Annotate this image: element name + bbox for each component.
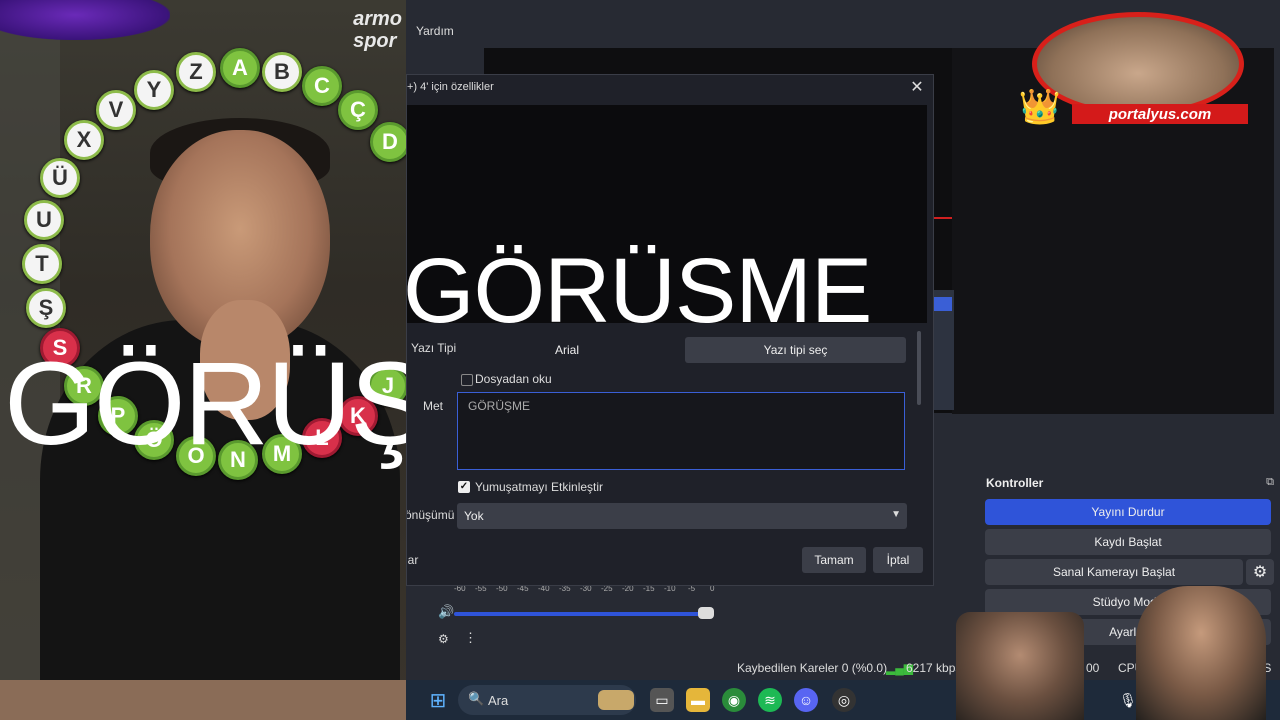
ok-button[interactable]: Tamam — [802, 547, 866, 573]
properties-dialog: +) 4' için özellikler ✕ GÖRÜŞME Yazı Tip… — [406, 74, 934, 586]
stream-time-text: 00 — [1086, 661, 1100, 675]
menu-help[interactable]: Yardım — [416, 24, 454, 38]
channel-logo-line2: spor — [353, 30, 397, 52]
dropped-frames-text: Kaybedilen Kareler 0 (%0.0) — [737, 661, 888, 675]
text-input[interactable]: GÖRÜŞME — [457, 392, 905, 470]
start-recording-button[interactable]: Kaydı Başlat — [985, 529, 1271, 555]
video-purple-shape — [0, 0, 170, 40]
controls-title: Kontroller — [986, 476, 1044, 490]
windows-start-icon[interactable]: ⊞ — [426, 688, 450, 712]
antialias-label: Yumuşatmayı Etkinleştir — [475, 480, 604, 494]
letter-bubble: B — [262, 52, 302, 92]
obs-icon[interactable]: ◎ — [832, 688, 856, 712]
discord-icon[interactable]: ☺ — [794, 688, 818, 712]
letter-bubble: T — [22, 244, 62, 284]
defaults-button[interactable]: lar — [407, 553, 418, 567]
read-from-file-checkbox[interactable] — [461, 374, 473, 386]
chevron-down-icon: ▼ — [891, 509, 901, 520]
search-icon: 🔍 — [468, 691, 485, 706]
crown-mascot-icon: 👑 — [1018, 88, 1062, 126]
close-icon[interactable]: ✕ — [907, 77, 927, 97]
letter-bubble: C — [302, 66, 342, 106]
volume-slider-track[interactable] — [454, 612, 710, 616]
channel-logo: armo spor — [353, 8, 402, 52]
spotify-icon[interactable]: ≋ — [758, 688, 782, 712]
bitrate-text: 6217 kbps — [906, 661, 962, 675]
dialog-scrollbar[interactable] — [917, 331, 921, 405]
speaker-icon[interactable]: 🔊 — [438, 604, 454, 620]
brand-banner: portalyus.com — [1072, 104, 1248, 124]
letter-bubble: Z — [176, 52, 216, 92]
channel-logo-line1: armo — [353, 8, 402, 30]
letter-bubble: U — [24, 200, 64, 240]
file-explorer-icon[interactable]: ▬ — [686, 688, 710, 712]
preview-red-line — [932, 217, 952, 219]
chrome-icon[interactable]: ◉ — [722, 688, 746, 712]
selected-source-row[interactable] — [932, 297, 952, 311]
preview-text: GÖRÜŞME — [407, 240, 872, 323]
mixer-menu-icon[interactable]: ⋮ — [464, 630, 477, 646]
webcam-bottom-right — [1136, 586, 1266, 720]
letter-bubble: Ü — [40, 158, 80, 198]
dialog-title: +) 4' için özellikler — [407, 81, 494, 93]
letter-bubble: D — [370, 122, 406, 162]
letter-bubble: Ç — [338, 90, 378, 130]
volume-slider-knob[interactable] — [698, 607, 714, 619]
letter-bubble: Y — [134, 70, 174, 110]
mixer-settings-icon[interactable]: ⚙ — [438, 632, 449, 646]
transform-label: önüşümü — [406, 508, 455, 522]
left-video-feed: armo spor Z A B C Ç D Y V X Ü U T Ş S R … — [0, 0, 406, 720]
choose-font-button[interactable]: Yazı tipi seç — [685, 337, 906, 363]
start-virtual-camera-button[interactable]: Sanal Kamerayı Başlat — [985, 559, 1243, 585]
letter-bubble: Ş — [26, 288, 66, 328]
text-label: Met — [423, 399, 444, 413]
letter-bubble: A — [220, 48, 260, 88]
webcam-bottom-left — [956, 612, 1084, 720]
dialog-preview: GÖRÜŞME — [407, 105, 927, 323]
dock-float-icon[interactable]: ⧉ — [1266, 476, 1274, 489]
virtual-camera-gear-icon[interactable]: ⚙ — [1246, 559, 1274, 585]
task-view-icon[interactable]: ▭ — [650, 688, 674, 712]
taskbar-search[interactable]: 🔍 Ara — [458, 685, 636, 715]
font-label: Yazı Tipi — [411, 341, 457, 355]
video-table — [0, 680, 406, 720]
transform-value: Yok — [464, 509, 484, 523]
font-value: Arial — [457, 337, 677, 363]
audio-mixer: -60 -55 -50 -45 -40 -35 -30 -25 -20 -15 … — [438, 580, 734, 650]
letter-bubble: V — [96, 90, 136, 130]
read-from-file-label: Dosyadan oku — [475, 372, 552, 386]
cancel-button[interactable]: İptal — [873, 547, 923, 573]
search-placeholder: Ara — [488, 693, 509, 708]
antialias-checkbox[interactable]: ✓ — [458, 481, 470, 493]
search-highlight-image — [598, 690, 634, 710]
transform-select[interactable]: Yok ▼ — [457, 503, 907, 529]
letter-bubble: X — [64, 120, 104, 160]
stop-stream-button[interactable]: Yayını Durdur — [985, 499, 1271, 525]
video-overlay-text: GÖRÜŞME — [4, 338, 406, 470]
